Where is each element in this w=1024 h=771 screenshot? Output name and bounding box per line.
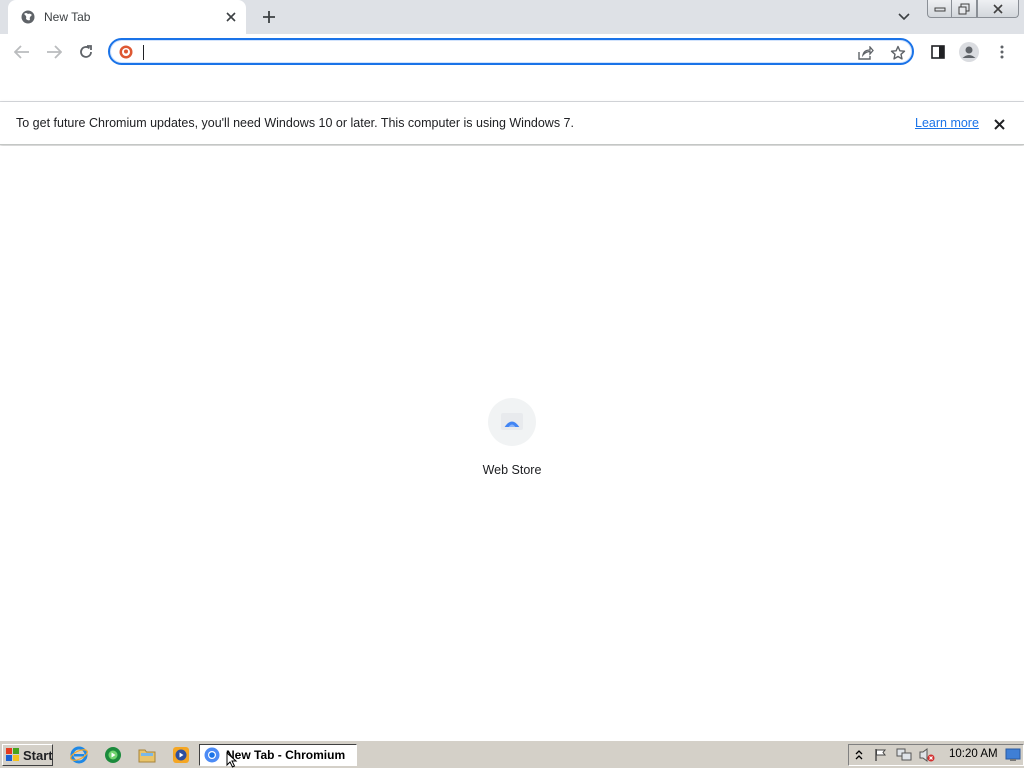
tab-title: New Tab	[44, 10, 91, 24]
reload-button[interactable]	[74, 40, 98, 64]
profile-avatar-icon[interactable]	[957, 40, 981, 64]
share-icon[interactable]	[856, 43, 876, 63]
taskbar-item-chromium[interactable]: New Tab - Chromium	[199, 744, 357, 766]
back-button[interactable]	[10, 40, 34, 64]
minimize-button[interactable]	[927, 0, 952, 18]
show-desktop-icon[interactable]	[1005, 747, 1021, 763]
chromium-icon	[204, 747, 220, 763]
internet-explorer-icon[interactable]	[70, 746, 88, 764]
tab-strip: New Tab	[0, 0, 1024, 34]
start-label: Start	[23, 747, 53, 763]
network-icon[interactable]	[896, 747, 912, 763]
address-input[interactable]	[142, 42, 822, 61]
taskbar-item-label: New Tab - Chromium	[226, 748, 346, 762]
new-tab-page: Web Store	[0, 146, 1024, 740]
globe-icon	[21, 10, 35, 24]
toolbar	[0, 34, 1024, 70]
volume-muted-icon[interactable]	[919, 747, 935, 763]
shortcut-label: Web Store	[482, 463, 542, 477]
close-window-button[interactable]	[977, 0, 1019, 18]
bookmark-star-icon[interactable]	[888, 43, 908, 63]
restore-button[interactable]	[951, 0, 977, 18]
infobar-message: To get future Chromium updates, you'll n…	[16, 116, 574, 130]
close-tab-icon[interactable]	[222, 8, 240, 26]
windows-taskbar: Start New Tab - Chromium 10:20 AM	[0, 740, 1024, 768]
tab-search-chevron-icon[interactable]	[895, 8, 913, 26]
action-center-flag-icon[interactable]	[873, 747, 889, 763]
text-caret	[143, 45, 144, 60]
start-button[interactable]: Start	[2, 744, 53, 766]
close-infobar-icon[interactable]	[990, 115, 1008, 133]
side-panel-icon[interactable]	[926, 40, 950, 64]
windows-logo-icon	[6, 748, 20, 762]
duckduckgo-icon	[119, 45, 133, 59]
shortcut-web-store[interactable]: Web Store	[472, 398, 552, 488]
system-tray: 10:20 AM	[848, 744, 1024, 766]
folder-icon[interactable]	[138, 746, 156, 764]
menu-kebab-icon[interactable]	[990, 40, 1014, 64]
toolbar-spacer	[0, 70, 1024, 102]
media-center-icon[interactable]	[104, 746, 122, 764]
new-tab-button[interactable]	[258, 6, 280, 28]
web-store-icon	[500, 411, 524, 434]
media-player-icon[interactable]	[172, 746, 190, 764]
address-bar[interactable]	[108, 38, 914, 65]
taskbar-clock[interactable]: 10:20 AM	[949, 748, 998, 760]
shortcut-tile	[488, 398, 536, 446]
learn-more-link[interactable]: Learn more	[915, 116, 979, 130]
forward-button[interactable]	[42, 40, 66, 64]
tab-new-tab[interactable]: New Tab	[8, 0, 246, 34]
mouse-cursor-icon	[226, 751, 238, 768]
show-hidden-icons-chevron-icon[interactable]	[851, 747, 867, 763]
update-infobar: To get future Chromium updates, you'll n…	[0, 102, 1024, 145]
